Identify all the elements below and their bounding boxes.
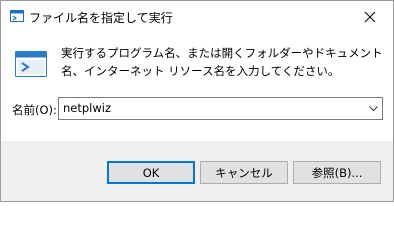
close-icon xyxy=(364,11,376,22)
ok-button[interactable]: OK xyxy=(107,161,195,184)
chevron-down-icon xyxy=(368,106,378,111)
button-bar: OK キャンセル 参照(B)... xyxy=(1,141,393,201)
title-bar: ファイル名を指定して実行 xyxy=(1,1,393,32)
open-label: 名前(O): xyxy=(12,103,57,117)
dropdown-button[interactable] xyxy=(364,98,382,119)
run-app-icon xyxy=(10,10,24,22)
dialog-description: 実行するプログラム名、または開くフォルダーやドキュメント名、インターネット リソ… xyxy=(61,46,383,78)
browse-button[interactable]: 参照(B)... xyxy=(293,161,381,184)
run-dialog: ファイル名を指定して実行 実行するプログラム名、または開くフォルダーやドキュメン… xyxy=(0,0,394,202)
run-app-icon xyxy=(15,51,47,77)
window-title: ファイル名を指定して実行 xyxy=(29,11,173,25)
dialog-content: 実行するプログラム名、または開くフォルダーやドキュメント名、インターネット リソ… xyxy=(1,32,393,141)
close-button[interactable] xyxy=(347,1,393,32)
open-input[interactable]: netplwiz xyxy=(63,101,111,115)
cancel-button[interactable]: キャンセル xyxy=(200,161,288,184)
open-combobox[interactable]: netplwiz xyxy=(58,97,383,120)
